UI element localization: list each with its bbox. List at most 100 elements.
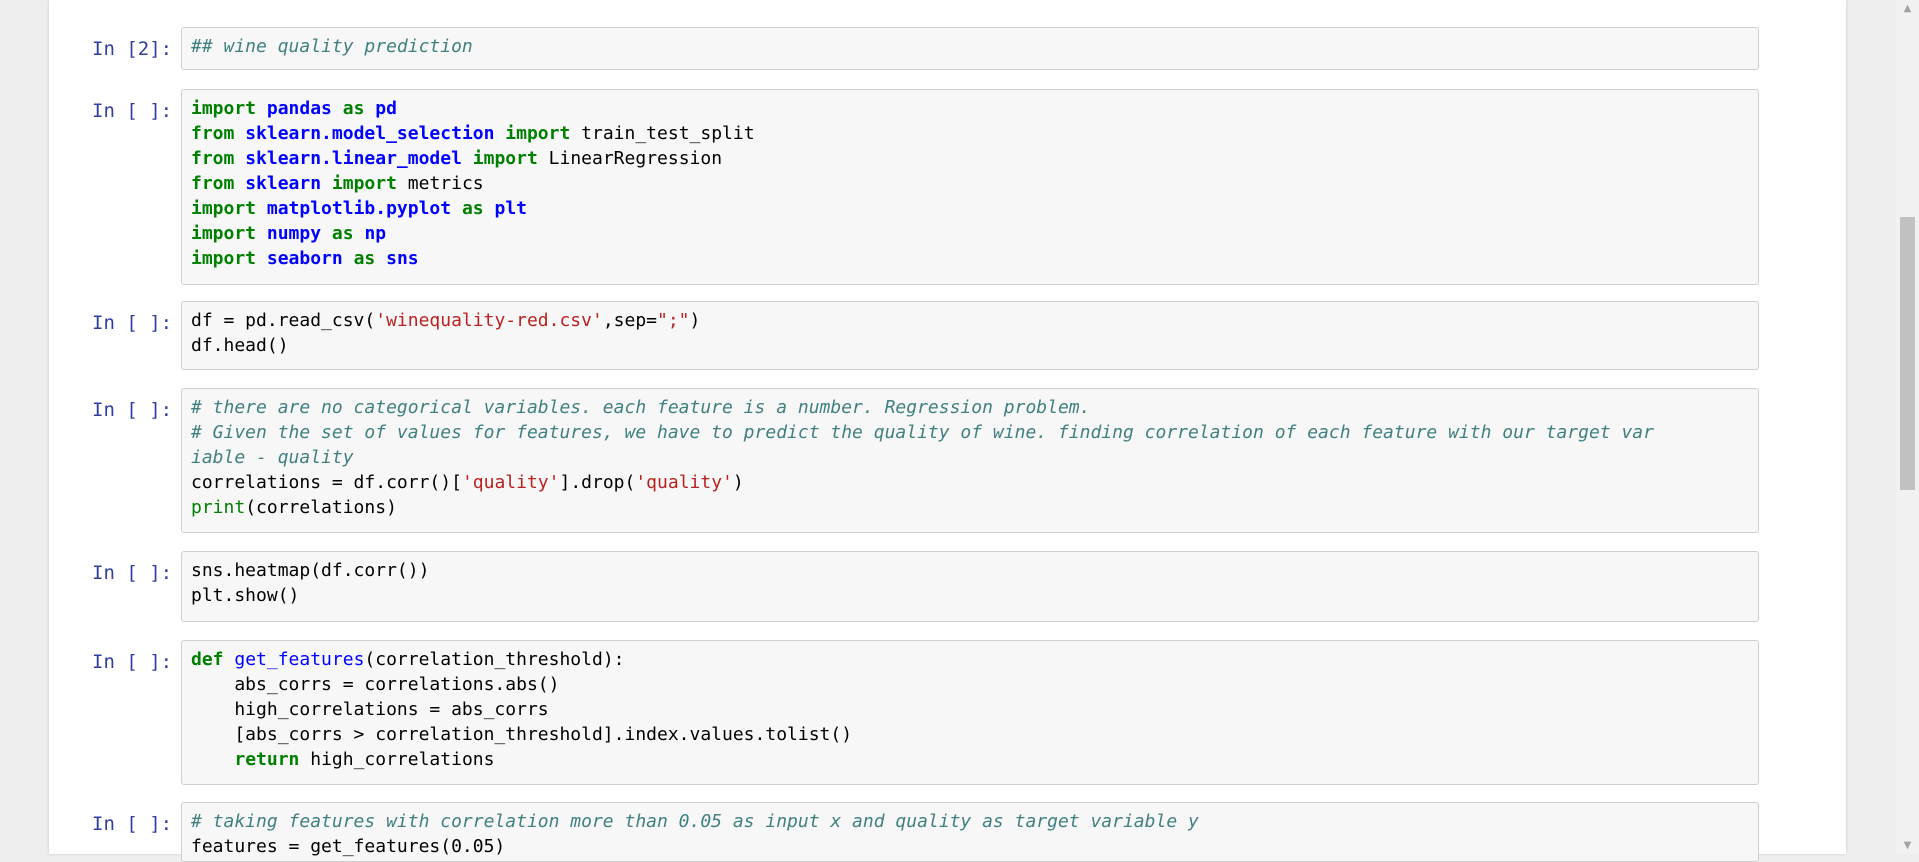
code-token: import	[331, 173, 397, 194]
code-token: sns	[386, 248, 419, 269]
code-line: # Given the set of values for features, …	[191, 420, 1749, 445]
code-token: (correlation_threshold):	[364, 649, 625, 670]
code-line: def get_features(correlation_threshold):	[191, 647, 1749, 672]
code-token: print	[191, 497, 246, 518]
cell-input-area[interactable]: df = pd.read_csv('winequality-red.csv',s…	[181, 301, 1759, 370]
code-token: train_test_split	[570, 123, 755, 144]
code-token: sklearn.linear_model	[245, 148, 462, 169]
code-line: return high_correlations	[191, 747, 1749, 772]
code-line: df.head()	[191, 333, 1749, 358]
code-token: 'quality'	[461, 472, 560, 493]
cell-input-area[interactable]: import pandas as pd from sklearn.model_se…	[181, 89, 1759, 285]
vertical-scrollbar[interactable]: ▲ ▼	[1896, 0, 1919, 854]
code-token: (correlations)	[245, 497, 397, 518]
code-token: from	[191, 123, 235, 144]
code-token: LinearRegression	[537, 148, 723, 169]
code-token: df.head()	[191, 335, 289, 356]
code-line: import seaborn as sns	[191, 246, 1749, 271]
code-token: ";"	[657, 310, 690, 331]
cell-input-area[interactable]: sns.heatmap(df.corr()) plt.show()	[181, 551, 1759, 622]
code-line: sns.heatmap(df.corr())	[191, 558, 1749, 583]
scroll-up-arrow-icon[interactable]: ▲	[1896, 0, 1919, 17]
code-line: iable - quality	[191, 445, 1749, 470]
code-token: abs_corrs = correlations.abs()	[191, 674, 560, 695]
code-token: 'quality'	[635, 472, 733, 493]
code-line: df = pd.read_csv('winequality-red.csv',s…	[191, 308, 1749, 333]
code-token: ].drop(	[559, 472, 636, 493]
code-line: ## wine quality prediction	[191, 34, 1749, 59]
code-token: [abs_corrs > correlation_threshold].inde…	[191, 724, 853, 745]
code-token: import	[505, 123, 571, 144]
code-token: )	[689, 310, 701, 331]
code-line: from sklearn.linear_model import LinearR…	[191, 146, 1749, 171]
code-token: correlations = df.corr()[	[191, 472, 462, 493]
code-line: import numpy as np	[191, 221, 1749, 246]
code-token: from	[191, 173, 235, 194]
code-line: print(correlations)	[191, 495, 1749, 520]
code-token: 'winequality-red.csv'	[375, 310, 603, 331]
code-line: abs_corrs = correlations.abs()	[191, 672, 1749, 697]
code-token: as	[353, 248, 376, 269]
code-token: from	[191, 148, 235, 169]
code-token: iable - quality	[191, 447, 354, 468]
code-token: def	[191, 649, 224, 670]
code-line: from sklearn.model_selection import trai…	[191, 121, 1749, 146]
code-token: ,sep=	[602, 310, 657, 331]
cell-input-area[interactable]: def get_features(correlation_threshold):…	[181, 640, 1759, 785]
code-token: sklearn	[245, 173, 322, 194]
code-token: matplotlib.pyplot	[266, 198, 452, 219]
code-token: plt	[494, 198, 527, 219]
code-token: # there are no categorical variables. ea…	[191, 397, 1091, 418]
code-token: as	[461, 198, 484, 219]
code-line: import pandas as pd	[191, 96, 1749, 121]
code-token: numpy	[266, 223, 322, 244]
cell-input-area[interactable]: ## wine quality prediction	[181, 27, 1759, 70]
code-token: get_features	[234, 649, 365, 670]
code-line: features = get_features(0.05)	[191, 834, 1749, 859]
cell-input-area[interactable]: # taking features with correlation more …	[181, 802, 1759, 862]
code-token: df = pd.read_csv(	[191, 310, 376, 331]
code-token: pandas	[266, 98, 332, 119]
code-token: # Given the set of values for features, …	[191, 422, 1654, 443]
code-line: correlations = df.corr()['quality'].drop…	[191, 470, 1749, 495]
code-token: pd	[375, 98, 397, 119]
scroll-thumb[interactable]	[1900, 217, 1915, 490]
code-line: plt.show()	[191, 583, 1749, 608]
code-line: high_correlations = abs_corrs	[191, 697, 1749, 722]
code-token: # taking features with correlation more …	[191, 811, 1199, 832]
scroll-down-arrow-icon[interactable]: ▼	[1896, 837, 1919, 854]
code-token: sklearn.model_selection	[245, 123, 495, 144]
code-line: import matplotlib.pyplot as plt	[191, 196, 1749, 221]
notebook-page: In [2]: ## wine quality prediction In [ ]:…	[49, 0, 1846, 862]
code-token: as	[342, 98, 365, 119]
code-token: import	[191, 98, 257, 119]
code-token: as	[331, 223, 354, 244]
code-token: import	[191, 248, 257, 269]
code-token: metrics	[396, 173, 484, 194]
code-token: import	[191, 198, 257, 219]
code-line: # taking features with correlation more …	[191, 809, 1749, 834]
cell-input-area[interactable]: # there are no categorical variables. ea…	[181, 388, 1759, 533]
code-token: )	[732, 472, 744, 493]
code-token: seaborn	[266, 248, 343, 269]
code-token: ## wine quality prediction	[191, 36, 473, 57]
code-token: high_correlations	[299, 749, 495, 770]
code-line: # there are no categorical variables. ea…	[191, 395, 1749, 420]
